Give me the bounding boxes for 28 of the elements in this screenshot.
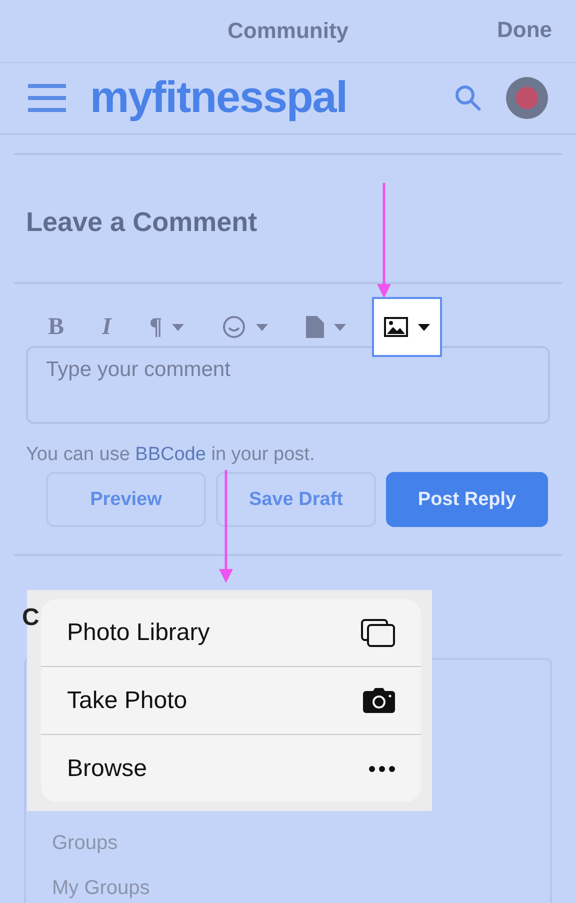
sidebar-item[interactable]: Groups — [52, 832, 524, 855]
section-heading: Leave a Comment — [26, 207, 258, 238]
bold-button[interactable]: B — [48, 314, 64, 340]
avatar[interactable] — [506, 77, 548, 119]
menu-item[interactable]: Photo Library — [41, 599, 421, 666]
secondary-button[interactable]: Preview — [46, 472, 206, 527]
search-icon[interactable] — [454, 84, 482, 112]
stacked-squares-icon — [361, 618, 395, 646]
more-icon — [369, 766, 395, 772]
smiley-icon[interactable] — [222, 315, 246, 339]
sidebar-item[interactable]: My Groups — [52, 877, 524, 900]
page-title: Community — [228, 18, 348, 44]
image-icon[interactable] — [384, 317, 408, 337]
hint-text: You can use BBCode in your post. — [25, 443, 316, 467]
logo[interactable]: myfitnesspal — [90, 73, 430, 123]
menu-icon[interactable] — [28, 84, 66, 112]
section-heading: C — [22, 604, 40, 633]
menu-item[interactable]: Take Photo — [41, 666, 421, 734]
post-button[interactable]: Post Reply — [386, 472, 548, 527]
comment-field[interactable]: Type your comment — [26, 346, 550, 424]
paragraph-button[interactable]: ¶ — [149, 314, 162, 340]
document-icon[interactable] — [306, 316, 324, 338]
done-button[interactable]: Done — [497, 17, 552, 43]
camera-icon — [363, 688, 395, 713]
secondary-button[interactable]: Save Draft — [216, 472, 376, 527]
italic-button[interactable]: I — [102, 314, 112, 340]
menu-item[interactable]: Browse — [41, 734, 421, 802]
bbcode-link[interactable]: BBCode — [135, 444, 206, 465]
